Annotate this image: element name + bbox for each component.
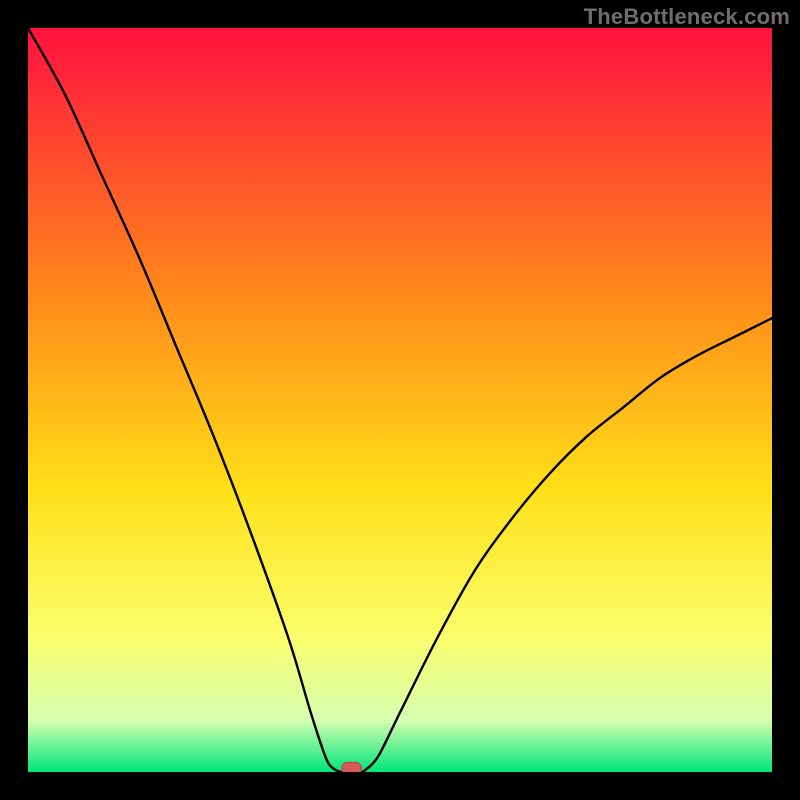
chart-frame: TheBottleneck.com bbox=[0, 0, 800, 800]
watermark-text: TheBottleneck.com bbox=[584, 4, 790, 30]
chart-svg bbox=[28, 28, 772, 772]
optimal-point-marker bbox=[342, 762, 362, 772]
plot-area bbox=[28, 28, 772, 772]
gradient-background bbox=[28, 28, 772, 772]
